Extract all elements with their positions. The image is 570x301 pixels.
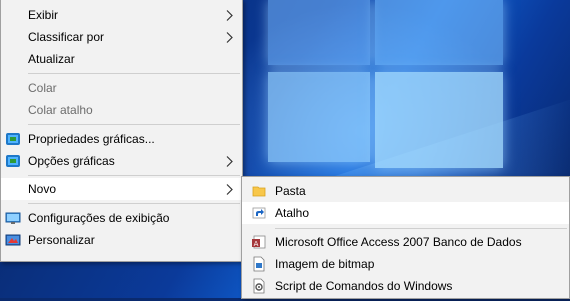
menu-separator <box>28 124 240 125</box>
windows-logo-pane-bottom-right <box>375 72 503 168</box>
submenu-item-label: Atalho <box>275 206 310 220</box>
menu-item-label: Propriedades gráficas... <box>28 132 155 146</box>
chevron-right-icon <box>224 178 234 200</box>
menu-separator <box>275 228 567 229</box>
submenu-item-pasta[interactable]: Pasta <box>242 180 569 202</box>
menu-item-label: Novo <box>28 182 57 196</box>
submenu-item-script[interactable]: Script de Comandos do Windows <box>242 275 569 297</box>
submenu-item-label: Pasta <box>275 184 306 198</box>
menu-item-opcoes-graficas[interactable]: Opções gráficas <box>1 150 242 172</box>
menu-item-colar-atalho[interactable]: Colar atalho <box>1 99 242 121</box>
menu-item-label: Configurações de exibição <box>28 211 170 225</box>
menu-item-atualizar[interactable]: Atualizar <box>1 48 242 70</box>
personalize-icon <box>5 232 21 248</box>
menu-item-label: Opções gráficas <box>28 154 115 168</box>
submenu-item-access-database[interactable]: A Microsoft Office Access 2007 Banco de … <box>242 231 569 253</box>
svg-text:A: A <box>254 240 259 248</box>
chevron-right-icon <box>224 26 234 48</box>
menu-separator <box>28 203 240 204</box>
chevron-right-icon <box>224 4 234 26</box>
windows-logo-pane-bottom-left <box>268 72 370 162</box>
menu-item-novo[interactable]: Novo <box>1 178 242 200</box>
menu-separator <box>28 175 240 176</box>
access-icon: A <box>251 234 267 250</box>
menu-item-label: Atualizar <box>28 52 75 66</box>
submenu-item-label: Script de Comandos do Windows <box>275 279 453 293</box>
menu-separator <box>28 73 240 74</box>
submenu-item-label: Imagem de bitmap <box>275 257 375 271</box>
menu-item-label: Colar <box>28 81 57 95</box>
menu-item-personalizar[interactable]: Personalizar <box>1 229 242 251</box>
menu-item-label: Exibir <box>28 8 59 22</box>
folder-icon <box>251 183 267 199</box>
bitmap-icon <box>251 256 267 272</box>
menu-item-propriedades-graficas[interactable]: Propriedades gráficas... <box>1 128 242 150</box>
script-icon <box>251 278 267 294</box>
menu-item-label: Personalizar <box>28 233 95 247</box>
chevron-right-icon <box>224 150 234 172</box>
menu-item-exibir[interactable]: Exibir <box>1 4 242 26</box>
submenu-item-atalho[interactable]: Atalho <box>242 202 569 224</box>
menu-item-colar[interactable]: Colar <box>1 77 242 99</box>
shortcut-icon <box>251 205 267 221</box>
desktop-context-menu: Exibir Classificar por Atualizar Colar C… <box>0 0 243 262</box>
windows-logo-pane-top-right <box>375 0 503 65</box>
windows-logo-pane-top-left <box>268 0 370 65</box>
menu-item-classificar-por[interactable]: Classificar por <box>1 26 242 48</box>
intel-graphics-icon <box>5 153 21 169</box>
submenu-item-label: Microsoft Office Access 2007 Banco de Da… <box>275 235 522 249</box>
intel-graphics-icon <box>5 131 21 147</box>
menu-item-label: Classificar por <box>28 30 105 44</box>
novo-submenu: Pasta Atalho A Microsoft Office Access 2… <box>241 176 570 299</box>
display-icon <box>5 210 21 226</box>
menu-item-configuracoes-de-exibicao[interactable]: Configurações de exibição <box>1 207 242 229</box>
submenu-item-bitmap[interactable]: Imagem de bitmap <box>242 253 569 275</box>
menu-item-label: Colar atalho <box>28 103 93 117</box>
